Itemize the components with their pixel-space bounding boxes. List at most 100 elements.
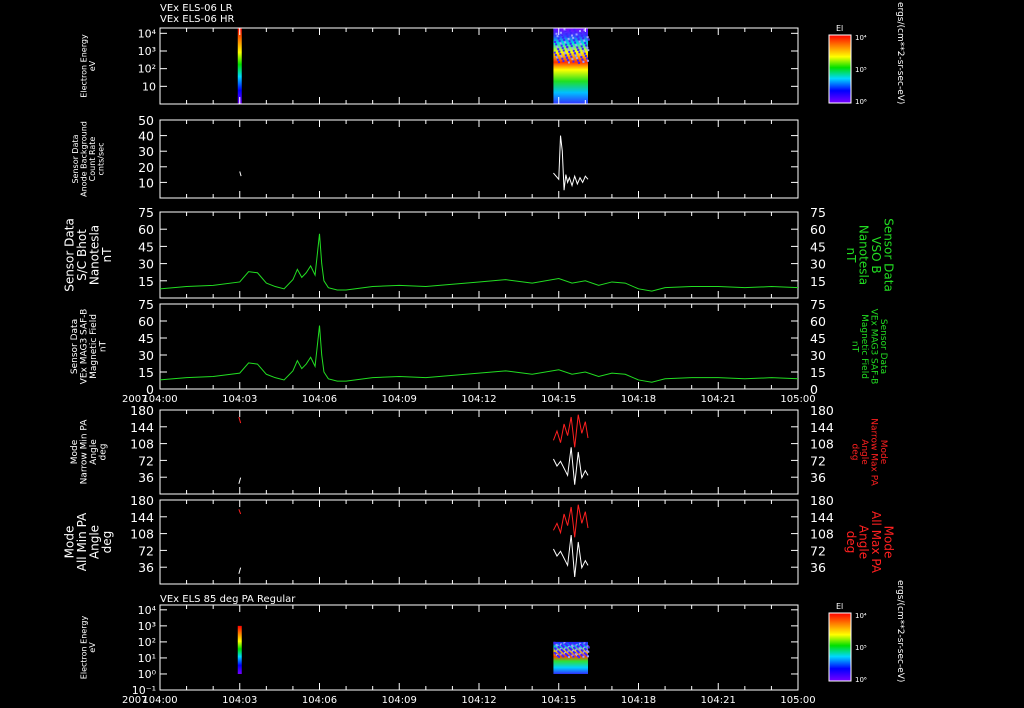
spectrogram-pixel: [564, 41, 567, 44]
spectrogram-pixel: [567, 61, 570, 64]
spectrogram-pixel: [576, 59, 579, 62]
spectrogram-pixel: [579, 53, 582, 56]
colorbar-bottom-gradient: [828, 612, 852, 682]
y-tick-label-right: 60: [810, 314, 826, 329]
series-line: [238, 567, 242, 574]
spectrogram-pixel: [585, 33, 588, 36]
y-tick-label-right: 144: [810, 420, 834, 435]
y-axis-label-els_lr_hr-line: eV: [88, 60, 97, 71]
spectrogram-pixel: [569, 42, 572, 45]
y-tick-label: 50: [138, 113, 154, 128]
spectrogram-pixel: [586, 655, 589, 658]
spectrogram-pixel: [587, 38, 590, 41]
time-tick-label: 104:00: [142, 695, 177, 706]
y-tick-label-right: 45: [810, 239, 826, 254]
spectrogram-pixel: [562, 49, 565, 52]
y-tick-label: 10²: [138, 63, 156, 76]
y-tick-label-right: 60: [810, 222, 826, 237]
spectrogram-pixel: [583, 39, 586, 42]
y-tick-label: 10²: [138, 636, 156, 649]
colorbar-bottom-tick-0: 10⁴: [855, 612, 867, 620]
y-tick-label: 45: [138, 239, 154, 254]
right-axis-label-sc_bhot-line: nT: [844, 248, 858, 264]
spectrogram-pixel: [583, 52, 586, 55]
y-tick-label: 10⁴: [138, 604, 157, 617]
spectrogram-pixel: [579, 43, 582, 46]
spectrogram-pixel: [569, 648, 572, 651]
spectrogram-pixel: [570, 45, 573, 48]
spectrogram-pixel: [577, 61, 580, 64]
y-tick-label: 108: [130, 527, 154, 542]
y-axis-label-els_85deg-line: eV: [88, 642, 97, 653]
panel-sc_bhot: 15 15 30 30 45 45 60 60 75 75: [138, 205, 826, 299]
y-tick-label: 180: [130, 403, 154, 418]
y-axis-label-anode_background-line: cnts/sec: [96, 143, 105, 176]
y-axis-label-anode_background: Sensor Data Anode Background Count Rate cnt…: [71, 121, 105, 197]
panel-els_85deg: 10⁻¹10⁰10¹10²10³10⁴2007104:00 104:03 104:0…: [122, 604, 816, 706]
spectrogram-pixel: [574, 41, 577, 44]
spectrogram-pixel: [563, 38, 566, 41]
y-axis-label-sc_bhot-line: nT: [100, 247, 114, 263]
spectrogram-pixel: [577, 650, 580, 653]
spectrogram-pixel: [582, 655, 585, 658]
y-tick-label-right: 75: [810, 297, 826, 312]
spectrogram-pixel: [587, 49, 590, 52]
spectrogram-pixel: [566, 59, 569, 62]
time-tick-label: 104:18: [621, 394, 656, 405]
spectrogram-pixel: [567, 48, 570, 51]
colorbar-top-tick-1: 10⁵: [855, 66, 867, 74]
y-tick-label-right: 45: [810, 331, 826, 346]
series-line: [159, 233, 799, 292]
spectrogram-pixel: [574, 31, 577, 34]
spectrogram-pixel: [585, 44, 588, 47]
header-line-2: VEx ELS-06 HR: [160, 14, 235, 25]
spectrogram-pixel: [561, 34, 564, 37]
y-tick-label: 144: [130, 420, 154, 435]
series-line: [552, 414, 589, 448]
panel-frame: [159, 499, 799, 585]
colorbar-bottom-tick-2: 10⁶: [855, 676, 867, 684]
spectrogram-pixel: [584, 55, 587, 58]
right-axis-label-sc_bhot: Sensor DataVSO BNanoteslanT: [844, 218, 896, 292]
panel-frame: [159, 211, 799, 299]
y-axis-label-narrow_pa-line: deg: [98, 444, 108, 461]
spectrogram-pixel: [578, 647, 581, 650]
bottom-panel-title: VEx ELS 85 deg PA Regular: [160, 594, 296, 605]
y-tick-label: 60: [138, 222, 154, 237]
series-line: [552, 534, 589, 578]
spectrogram-pixel: [555, 32, 558, 35]
spectrogram-pixel: [560, 44, 563, 47]
spectrogram-pixel: [586, 649, 589, 652]
series-line: [552, 504, 589, 538]
spectrogram-pixel: [560, 55, 563, 58]
time-tick-label: 104:09: [382, 695, 417, 706]
y-axis-label-narrow_pa: Mode Narrow Min PA Angle deg: [70, 419, 108, 485]
spectrogram-pixel: [565, 654, 568, 657]
y-tick-label: 10³: [138, 45, 156, 58]
panel-frame: [159, 604, 799, 691]
spectrogram-pixel: [568, 29, 571, 32]
time-tick-label: 104:21: [701, 695, 736, 706]
spectrogram-pixel: [562, 655, 565, 658]
y-tick-label-right: 72: [810, 453, 826, 468]
y-tick-label: 75: [138, 205, 154, 220]
time-tick-label: 104:03: [222, 394, 257, 405]
spectrogram-pixel: [586, 59, 589, 62]
y-tick-label: 10⁰: [138, 668, 157, 681]
y-tick-label: 108: [130, 437, 154, 452]
spectrogram-pixel: [566, 35, 569, 38]
right-axis-label-mag_field: Sensor DataVEx MAG3 SAF-BMagnetic Fieldn…: [850, 309, 888, 385]
spectrogram-pixel: [573, 642, 576, 645]
right-axis-label-all_pa-line: deg: [844, 531, 858, 554]
y-tick-label-right: 15: [810, 365, 826, 380]
spectrogram-pixel: [574, 653, 577, 656]
spectrogram-pixel: [584, 42, 587, 45]
spectrogram-pixel: [568, 50, 571, 53]
y-tick-label-right: 75: [810, 205, 826, 220]
spectrogram-pixel: [557, 61, 560, 64]
y-tick-label-right: 180: [810, 493, 834, 508]
spectrogram-pixel: [567, 656, 570, 659]
spectrogram-pixel: [571, 47, 574, 50]
spectrogram-pixel: [572, 36, 575, 39]
spectrogram-pixel: [556, 58, 559, 61]
